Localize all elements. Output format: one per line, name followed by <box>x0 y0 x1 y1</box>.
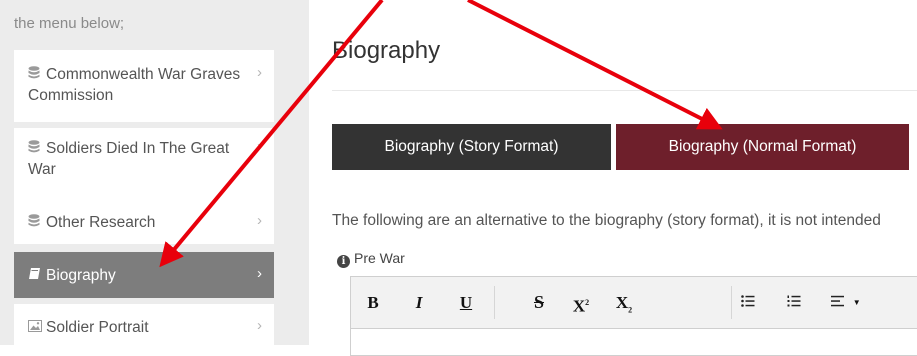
subscript-button[interactable]: X2 <box>604 277 644 328</box>
bold-button[interactable]: B <box>353 277 393 328</box>
sidebar-item-label: Biography <box>46 267 116 284</box>
book-icon <box>28 265 46 286</box>
sidebar-item-soldier-portrait[interactable]: Soldier Portrait › <box>14 304 274 349</box>
superscript-button[interactable]: X2 <box>561 277 601 328</box>
divider <box>332 90 917 91</box>
strikethrough-button[interactable]: S <box>519 277 559 328</box>
editor-toolbar: B I U S X2 X2 ▼ <box>351 277 917 329</box>
rich-text-editor[interactable]: B I U S X2 X2 ▼ <box>350 276 917 356</box>
chevron-right-icon: › <box>257 64 262 81</box>
sidebar-item-label: Soldiers Died In The Great War <box>28 140 230 178</box>
chevron-right-icon: › <box>257 265 262 282</box>
annotation-arrow-to-normal-tab <box>467 0 723 130</box>
database-icon <box>28 64 46 85</box>
toolbar-separator <box>494 286 495 319</box>
info-icon: i <box>337 255 350 268</box>
numbered-list-button[interactable] <box>774 277 814 328</box>
sidebar-item-label: Commonwealth War Graves Commission <box>28 66 241 104</box>
bullet-list-icon <box>741 294 755 311</box>
chevron-right-icon: › <box>257 212 262 229</box>
chevron-right-icon: › <box>257 317 262 334</box>
sidebar-item-soldiers-died[interactable]: Soldiers Died In The Great War › <box>14 128 274 200</box>
field-label-pre-war: i Pre War <box>337 250 405 268</box>
sidebar-item-label: Other Research <box>46 214 156 231</box>
image-icon <box>28 317 46 338</box>
sidebar-item-label: Soldier Portrait <box>46 319 149 336</box>
sidebar-item-biography[interactable]: Biography › <box>14 252 274 298</box>
align-button[interactable]: ▼ <box>821 277 871 328</box>
database-icon <box>28 212 46 233</box>
bullet-list-button[interactable] <box>728 277 768 328</box>
sidebar-intro-text: the menu below; <box>14 15 125 32</box>
database-icon <box>28 138 46 159</box>
sidebar-item-other-research[interactable]: Other Research › <box>14 200 274 244</box>
tab-biography-normal-format[interactable]: Biography (Normal Format) <box>616 124 909 170</box>
numbered-list-icon <box>787 294 801 311</box>
underline-button[interactable]: U <box>446 277 486 328</box>
sidebar-item-cwgc[interactable]: Commonwealth War Graves Commission › <box>14 50 274 122</box>
chevron-right-icon: › <box>257 138 262 155</box>
sidebar: the menu below; Commonwealth War Graves … <box>0 0 309 349</box>
tab-biography-story-format[interactable]: Biography (Story Format) <box>332 124 611 170</box>
caret-down-icon: ▼ <box>852 298 861 307</box>
description-text: The following are an alternative to the … <box>332 212 881 229</box>
page-title: Biography <box>332 37 441 64</box>
italic-button[interactable]: I <box>399 277 439 328</box>
align-icon <box>831 294 849 311</box>
